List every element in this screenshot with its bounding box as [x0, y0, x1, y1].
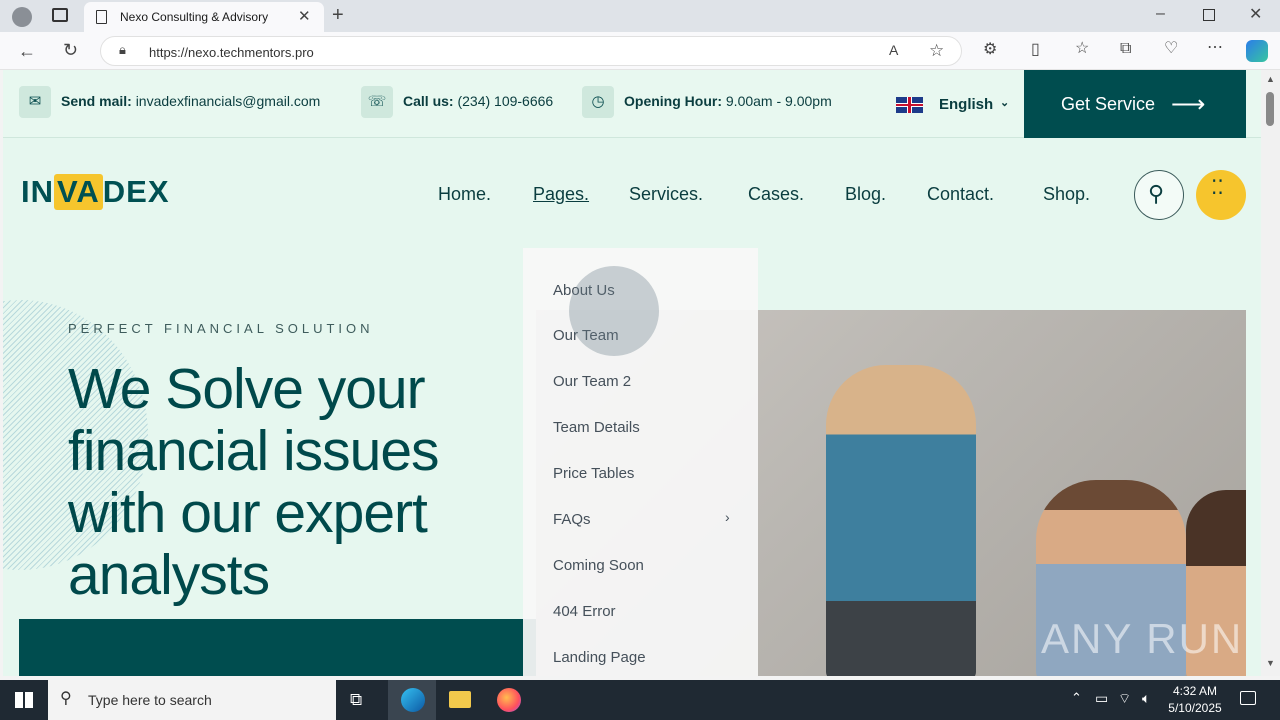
windows-taskbar: ⚲ Type here to search ⧉ ⌃ ▭ ⌔ 🔈︎ 4:32 AM…: [0, 680, 1280, 720]
page-scrollbar[interactable]: ▲ ▼: [1261, 70, 1280, 676]
cursor-highlight: [569, 266, 659, 356]
dropdown-item-landing-page[interactable]: Landing Page: [553, 649, 646, 666]
uk-flag-icon: [896, 97, 923, 113]
search-button[interactable]: ⚲: [1134, 170, 1184, 220]
call-value: (234) 109-6666: [457, 93, 554, 109]
search-icon: ⚲: [1148, 181, 1165, 206]
grid-dots-icon: ⁚⁚: [1211, 177, 1224, 199]
volume-icon[interactable]: 🔈︎: [1142, 691, 1150, 705]
lock-icon[interactable]: 🔒︎: [119, 43, 126, 56]
url-text: https://nexo.techmentors.pro: [149, 45, 314, 60]
taskbar-search[interactable]: ⚲ Type here to search: [48, 680, 336, 720]
nav-contact[interactable]: Contact.: [927, 184, 994, 205]
scroll-down-icon[interactable]: ▼: [1266, 658, 1275, 668]
task-view-icon[interactable]: ⧉: [350, 691, 362, 708]
hero-title: We Solve your financial issues with our …: [68, 357, 440, 607]
mail-label: Send mail:: [61, 93, 132, 109]
nav-home[interactable]: Home.: [438, 184, 491, 205]
dropdown-item-team-details[interactable]: Team Details: [553, 419, 640, 436]
dropdown-item-our-team-2[interactable]: Our Team 2: [553, 373, 631, 390]
edge-icon: [401, 688, 425, 712]
hours-text: Opening Hour: 9.00am - 9.00pm: [624, 93, 832, 109]
person-woman: [826, 365, 976, 676]
mail-text: Send mail: invadexfinancials@gmail.com: [61, 93, 320, 109]
windows-start-icon[interactable]: [15, 692, 33, 708]
taskbar-search-placeholder: Type here to search: [88, 692, 212, 708]
tray-overflow-icon[interactable]: ⌃: [1071, 691, 1082, 704]
nav-shop[interactable]: Shop.: [1043, 184, 1090, 205]
scroll-thumb[interactable]: [1266, 92, 1274, 126]
collections-icon[interactable]: ⧉: [1120, 41, 1131, 57]
clock-icon: ◷: [582, 86, 614, 118]
scroll-up-icon[interactable]: ▲: [1266, 74, 1275, 84]
browser-tab[interactable]: Nexo Consulting & Advisory ✕: [84, 2, 324, 32]
read-aloud-icon[interactable]: A: [889, 43, 898, 57]
call-text: Call us: (234) 109-6666: [403, 93, 553, 109]
menu-dots-button[interactable]: ⁚⁚: [1196, 170, 1246, 220]
nav-blog[interactable]: Blog.: [845, 184, 886, 205]
arrow-right-icon: ⟶: [1171, 91, 1206, 118]
new-tab-icon[interactable]: +: [332, 5, 344, 25]
close-tab-icon[interactable]: ✕: [298, 9, 311, 24]
envelope-icon: ✉: [19, 86, 51, 118]
file-explorer-icon[interactable]: [449, 691, 471, 708]
chevron-right-icon: ›: [725, 509, 730, 525]
dropdown-item-price-tables[interactable]: Price Tables: [553, 465, 634, 482]
browser-essentials-icon[interactable]: ♡: [1164, 41, 1178, 57]
mail-value: invadexfinancials@gmail.com: [135, 93, 321, 109]
close-window-icon[interactable]: ✕: [1249, 7, 1262, 23]
get-service-label: Get Service: [1061, 94, 1156, 114]
main-nav: INVADEX Home. Pages. Services. Cases. Bl…: [3, 138, 1261, 248]
dropdown-item-404-error[interactable]: 404 Error: [553, 603, 616, 620]
refresh-icon[interactable]: ↻: [63, 41, 78, 59]
get-service-button[interactable]: Get Service ⟶: [1024, 70, 1246, 138]
network-icon[interactable]: ▭: [1095, 691, 1108, 705]
browser-tab-bar: Nexo Consulting & Advisory ✕ + – ✕: [0, 0, 1280, 32]
firefox-icon[interactable]: [497, 688, 521, 712]
split-screen-icon[interactable]: ▯: [1031, 42, 1040, 58]
extensions-icon[interactable]: ⚙: [983, 42, 997, 58]
page-icon: [96, 10, 107, 24]
copilot-icon[interactable]: [1246, 40, 1268, 62]
minimize-icon[interactable]: –: [1156, 6, 1165, 22]
hours-value: 9.00am - 9.00pm: [725, 93, 832, 109]
hero-bottom-band: [19, 619, 539, 676]
nav-services[interactable]: Services.: [629, 184, 703, 205]
call-label: Call us:: [403, 93, 454, 109]
site-logo[interactable]: INVADEX: [21, 174, 170, 210]
nav-cases[interactable]: Cases.: [748, 184, 804, 205]
clock-time: 4:32 AM: [1172, 684, 1218, 698]
tab-actions-icon[interactable]: [52, 8, 68, 22]
logo-left: IN: [21, 174, 54, 209]
dropdown-item-faqs[interactable]: FAQs: [553, 511, 591, 528]
back-icon[interactable]: ←: [18, 42, 36, 60]
chevron-down-icon: ⌄: [1000, 97, 1010, 109]
more-menu-icon[interactable]: ⋯: [1207, 40, 1223, 56]
watermark: ANY RUN: [1041, 615, 1244, 662]
logo-mark: VA: [54, 174, 103, 210]
profile-icon[interactable]: [12, 7, 32, 27]
edge-taskbar-button[interactable]: [388, 680, 436, 720]
search-icon: ⚲: [60, 690, 72, 707]
url-field[interactable]: 🔒︎ https://nexo.techmentors.pro A ☆: [100, 36, 962, 66]
clock-date: 5/10/2025: [1168, 701, 1222, 715]
dropdown-item-coming-soon[interactable]: Coming Soon: [553, 557, 644, 574]
hours-label: Opening Hour:: [624, 93, 722, 109]
favorite-star-icon[interactable]: ☆: [929, 42, 944, 59]
nav-pages[interactable]: Pages.: [533, 184, 589, 205]
hero-eyebrow: PERFECT FINANCIAL SOLUTION: [68, 321, 374, 336]
address-bar-row: ← ↻ 🔒︎ https://nexo.techmentors.pro A ☆ …: [0, 32, 1280, 70]
phone-icon: ☏: [361, 86, 393, 118]
restore-icon[interactable]: [1203, 9, 1215, 21]
web-page: ✉ Send mail: invadexfinancials@gmail.com…: [3, 70, 1261, 676]
system-clock[interactable]: 4:32 AM 5/10/2025: [1160, 683, 1230, 717]
tab-title: Nexo Consulting & Advisory: [120, 10, 269, 24]
notifications-icon[interactable]: [1240, 691, 1256, 705]
favorites-icon[interactable]: ☆: [1075, 41, 1089, 57]
wifi-icon[interactable]: ⌔: [1118, 691, 1131, 705]
language-label: English: [939, 96, 994, 113]
info-topbar: ✉ Send mail: invadexfinancials@gmail.com…: [3, 70, 1261, 138]
logo-right: DEX: [102, 174, 170, 209]
